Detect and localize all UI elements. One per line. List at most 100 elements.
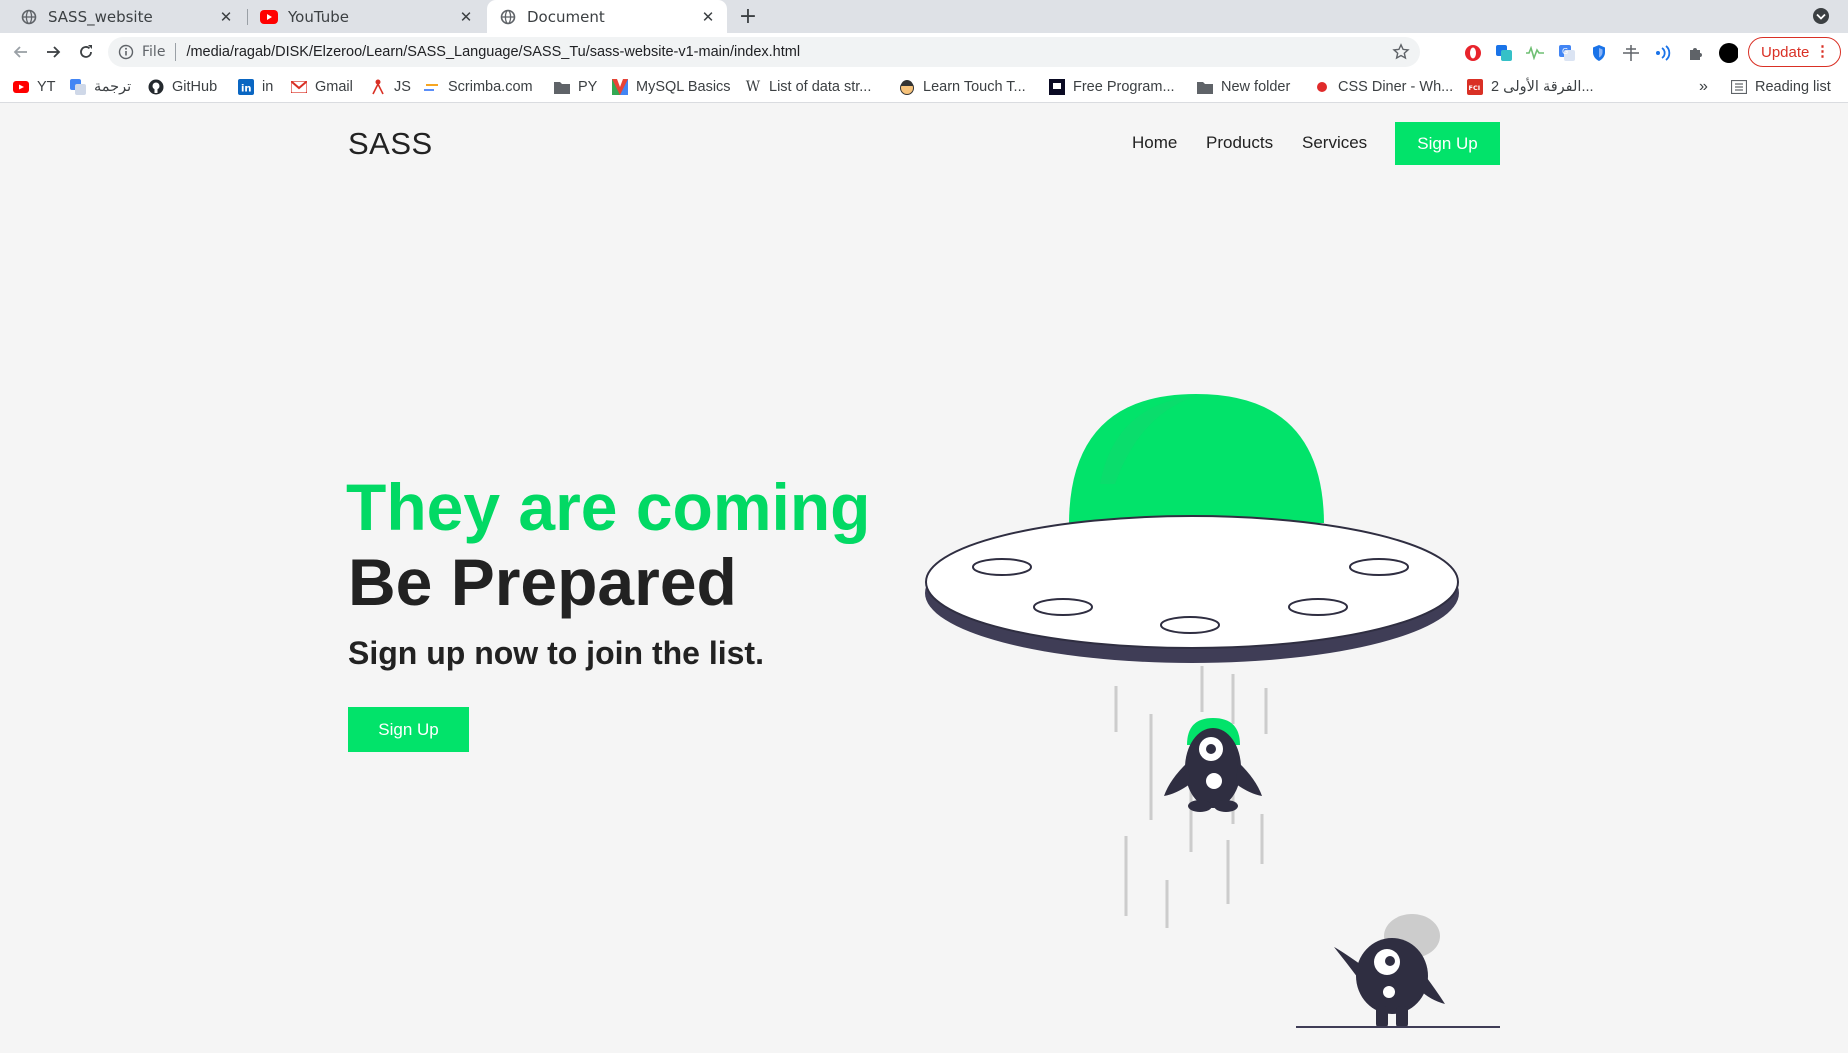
bookmark-yt[interactable]: YT xyxy=(13,77,56,97)
bookmark-translate[interactable]: ترجمة xyxy=(70,77,131,97)
bookmark-label: PY xyxy=(578,79,598,95)
nav-products-link[interactable]: Products xyxy=(1206,133,1273,153)
wikipedia-icon: W xyxy=(745,79,761,95)
hero-signup-button[interactable]: Sign Up xyxy=(348,707,469,752)
bookmark-folder-py[interactable]: PY xyxy=(554,77,597,97)
bookmark-label: ترجمة xyxy=(94,79,132,95)
bookmark-github[interactable]: GitHub xyxy=(148,77,217,97)
bookmark-label: MySQL Basics xyxy=(636,79,731,95)
bookmark-label: Learn Touch T... xyxy=(923,79,1026,95)
linkedin-icon: in xyxy=(238,79,254,95)
bookmark-label: in xyxy=(262,79,274,95)
more-menu-icon[interactable]: ⋮ xyxy=(1815,43,1830,61)
browser-toolbar: File /media/ragab/DISK/Elzeroo/Learn/SAS… xyxy=(0,33,1848,71)
gmail-icon xyxy=(291,79,307,95)
forward-button[interactable] xyxy=(40,39,66,65)
info-icon[interactable] xyxy=(118,44,134,60)
ufo-abduction-illustration xyxy=(925,394,1500,1028)
nav-home-link[interactable]: Home xyxy=(1132,133,1177,153)
mysql-icon xyxy=(612,79,628,95)
cssdiner-icon xyxy=(1314,79,1330,95)
move-extension-icon[interactable] xyxy=(1621,43,1641,63)
bookmark-label: New folder xyxy=(1221,79,1291,95)
folder-icon xyxy=(1197,79,1213,95)
svg-text:FCI: FCI xyxy=(1469,84,1481,92)
tab-sass-website[interactable]: SASS_website ✕ xyxy=(0,0,245,33)
tab-title: SASS_website xyxy=(48,7,153,26)
globe-icon xyxy=(20,8,38,26)
tab-document[interactable]: Document ✕ xyxy=(487,0,727,33)
update-button[interactable]: Update ⋮ xyxy=(1748,37,1841,67)
url-text[interactable]: /media/ragab/DISK/Elzeroo/Learn/SASS_Lan… xyxy=(186,44,800,60)
bookmark-label: YT xyxy=(37,79,56,95)
globe-icon xyxy=(499,8,517,26)
new-tab-button[interactable]: + xyxy=(735,3,761,29)
shield-extension-icon[interactable] xyxy=(1589,43,1609,63)
github-icon xyxy=(148,79,164,95)
bookmark-gmail[interactable]: Gmail xyxy=(291,77,353,97)
svg-text:in: in xyxy=(241,84,252,95)
hero-headline-dark: Be Prepared xyxy=(348,545,737,619)
bookmark-label: الفرقة الأولى 2... xyxy=(1491,79,1594,95)
js-icon xyxy=(370,79,386,95)
nav-signup-button[interactable]: Sign Up xyxy=(1395,122,1500,165)
ground-alien xyxy=(1334,914,1445,1028)
tab-title: Document xyxy=(527,7,605,26)
bookmark-css-diner[interactable]: CSS Diner - Wh... xyxy=(1314,77,1453,97)
url-scheme: File xyxy=(142,44,166,60)
opera-extension-icon[interactable] xyxy=(1463,43,1483,63)
hero-subtitle: Sign up now to join the list. xyxy=(348,635,764,671)
close-tab-icon[interactable]: ✕ xyxy=(215,6,237,28)
bookmark-js[interactable]: JS xyxy=(370,77,411,97)
bookmark-fci[interactable]: FCI الفرقة الأولى 2... xyxy=(1467,77,1594,97)
address-bar[interactable]: File /media/ragab/DISK/Elzeroo/Learn/SAS… xyxy=(108,37,1420,67)
bookmark-linkedin[interactable]: in in xyxy=(238,77,273,97)
bookmark-freecodecamp[interactable]: Free Program... xyxy=(1049,77,1175,97)
bookmark-label: Gmail xyxy=(315,79,353,95)
site-logo[interactable]: SASS xyxy=(348,126,433,162)
hero-headline-green: They are coming xyxy=(346,470,871,544)
reading-list-button[interactable]: Reading list xyxy=(1731,77,1831,97)
close-tab-icon[interactable]: ✕ xyxy=(455,6,477,28)
bookmark-label: GitHub xyxy=(172,79,218,95)
bookmark-star-icon[interactable] xyxy=(1392,43,1410,61)
fci-icon: FCI xyxy=(1467,79,1483,95)
bookmark-label: List of data str... xyxy=(769,79,872,95)
extensions-puzzle-icon[interactable] xyxy=(1686,43,1706,63)
bookmark-label: CSS Diner - Wh... xyxy=(1338,79,1454,95)
bookmark-typing[interactable]: Learn Touch T... xyxy=(899,77,1026,97)
back-button[interactable] xyxy=(8,39,34,65)
tab-youtube[interactable]: YouTube ✕ xyxy=(248,0,485,33)
bookmark-label: Free Program... xyxy=(1073,79,1175,95)
bookmark-new-folder[interactable]: New folder xyxy=(1197,77,1290,97)
reading-list-label: Reading list xyxy=(1755,79,1831,95)
bookmarks-overflow-button[interactable]: » xyxy=(1699,77,1708,97)
typing-icon xyxy=(899,79,915,95)
bookmark-scrimba[interactable]: Scrimba.com xyxy=(424,77,533,97)
google-translate-icon[interactable]: G xyxy=(1557,43,1577,63)
ufo-saucer xyxy=(925,515,1459,649)
bookmark-label: Scrimba.com xyxy=(448,79,533,95)
bookmark-mysql[interactable]: MySQL Basics xyxy=(612,77,731,97)
nav-services-link[interactable]: Services xyxy=(1302,133,1367,153)
tractor-beam-lines xyxy=(1114,666,1268,928)
freecodecamp-icon xyxy=(1049,79,1065,95)
bookmarks-bar: YT ترجمة GitHub in in Gmail JS Scrimba.c… xyxy=(0,71,1848,103)
translate-icon xyxy=(70,79,86,95)
profile-avatar[interactable] xyxy=(1718,43,1738,63)
bookmark-wikipedia[interactable]: W List of data str... xyxy=(745,77,872,97)
youtube-icon xyxy=(260,8,278,26)
read-aloud-extension-icon[interactable] xyxy=(1653,43,1673,63)
audio-extension-icon[interactable] xyxy=(1525,43,1545,63)
close-tab-icon[interactable]: ✕ xyxy=(697,6,719,28)
page-viewport: SASS Home Products Services Sign Up They… xyxy=(0,104,1848,1053)
scrimba-icon xyxy=(424,79,440,95)
url-divider xyxy=(175,43,177,61)
translate-extension-icon[interactable] xyxy=(1494,43,1514,63)
tab-title: YouTube xyxy=(288,7,349,26)
reload-button[interactable] xyxy=(73,39,99,65)
tab-search-icon[interactable] xyxy=(1812,7,1830,25)
youtube-icon xyxy=(13,79,29,95)
svg-text:G: G xyxy=(1562,47,1568,56)
update-label: Update xyxy=(1761,43,1810,61)
